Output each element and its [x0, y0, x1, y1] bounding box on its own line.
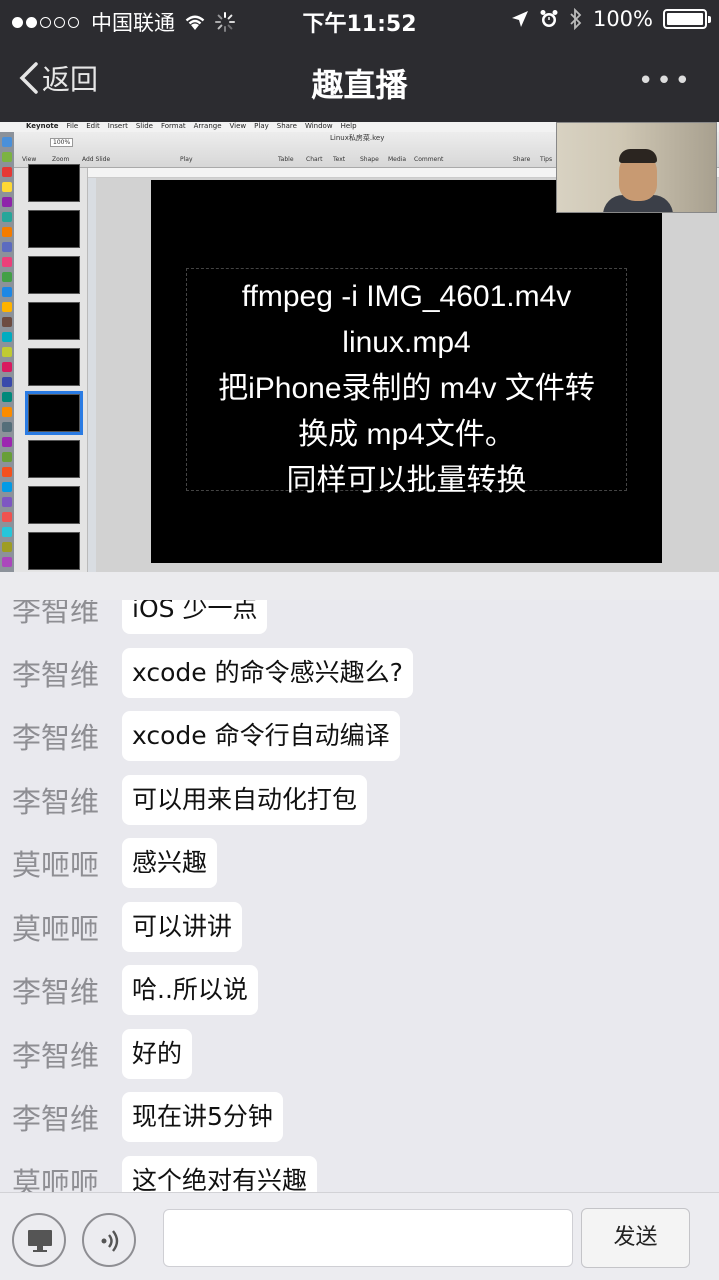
message-sender: 莫咂咂 — [12, 848, 100, 882]
mac-menu-item: Help — [340, 122, 357, 130]
status-bar: 中国联通 下午11:52 100% — [0, 0, 719, 40]
mac-menu-item: Window — [304, 122, 333, 130]
presenter-camera — [556, 122, 717, 213]
slide-thumbnail — [28, 532, 80, 570]
battery-percent: 100% — [592, 7, 653, 31]
toolbar-item: Shape — [360, 156, 379, 163]
status-right: 100% — [511, 7, 711, 31]
chat-message: 李智维 xcode 的命令感兴趣么? — [0, 647, 719, 698]
slide-thumbnail — [28, 164, 80, 202]
toolbar-item: Comment — [414, 156, 444, 163]
voice-icon — [101, 1230, 119, 1252]
slide-thumbnail — [28, 210, 80, 248]
input-bar: 发送 — [0, 1192, 719, 1280]
mac-menu-item: Format — [160, 122, 186, 130]
toolbar-item: Tips — [540, 156, 553, 163]
mac-menu-item: File — [66, 122, 79, 130]
mac-dock — [0, 132, 14, 572]
zoom-value: 100% — [50, 138, 74, 147]
mac-menu-item: Keynote — [26, 122, 59, 130]
slide-text-line: 同样可以批量转换 — [286, 464, 527, 497]
toolbar-item: Chart — [306, 156, 323, 163]
battery-icon — [663, 9, 711, 29]
message-bubble: xcode 的命令感兴趣么? — [122, 647, 413, 698]
toolbar-item: Table — [278, 156, 294, 163]
chat-message: 莫咂咂 这个绝对有兴趣 — [0, 1155, 719, 1193]
message-bubble: 这个绝对有兴趣 — [122, 1155, 318, 1192]
message-bubble: 可以讲讲 — [122, 901, 243, 952]
alarm-clock-icon — [540, 10, 558, 27]
mac-menu-item: Share — [276, 122, 297, 130]
toolbar-item: View — [22, 156, 37, 163]
message-bubble: 感兴趣 — [122, 838, 218, 888]
message-bubble: 可以用来自动化打包 — [122, 774, 368, 825]
slide-text-line: linux.mp4 — [342, 326, 471, 359]
nav-bar: 返回 趣直播 ••• — [0, 44, 719, 118]
message-bubble: xcode 命令行自动编译 — [122, 711, 400, 761]
slide-text-line: ffmpeg -i IMG_4601.m4v — [241, 280, 572, 313]
slide-thumbnail — [15, 391, 99, 437]
message-sender: 莫咂咂 — [12, 911, 100, 946]
message-sender: 李智维 — [12, 784, 100, 819]
toolbar-item: Share — [513, 156, 531, 163]
slide-text-line: 把iPhone录制的 m4v 文件转 — [218, 372, 595, 405]
mac-menu-item: Arrange — [193, 122, 222, 130]
battery-fill — [667, 13, 703, 25]
chat-list[interactable]: 李智维 iOS 少一点 李智维 xcode 的命令感兴趣么? 李智维 xcode 命令行自… — [0, 572, 719, 1192]
message-bubble: 哈..所以说 — [122, 965, 258, 1015]
slide-thumbnail — [28, 486, 80, 524]
slide-text-line: 换成 mp4文件。 — [298, 418, 515, 451]
toolbar-item: Text — [333, 156, 346, 163]
message-sender: 莫咂咂 — [12, 1165, 100, 1193]
mac-menu-item: Slide — [135, 122, 153, 130]
chat-divider — [0, 572, 719, 600]
screen-toggle-button[interactable] — [12, 1213, 66, 1267]
bluetooth-icon — [570, 8, 582, 30]
message-bubble: 好的 — [122, 1028, 193, 1079]
doc-title: Linux私房菜.key — [330, 134, 385, 142]
chat-message: 李智维 现在讲5分钟 — [0, 1092, 719, 1142]
mac-menu-item: Insert — [107, 122, 128, 130]
toolbar-item: Add Slide — [82, 156, 111, 163]
chat-message: 李智维 xcode 命令行自动编译 — [0, 711, 719, 761]
location-arrow-icon — [511, 11, 528, 27]
chat-message: 李智维 哈..所以说 — [0, 965, 719, 1015]
mac-menu-item: View — [229, 122, 247, 130]
voice-toggle-button[interactable] — [82, 1213, 136, 1267]
chat-message: 莫咂咂 感兴趣 — [0, 838, 719, 888]
slide-navigator — [14, 164, 99, 572]
message-input[interactable] — [163, 1209, 573, 1267]
mac-menu-item: Edit — [86, 122, 100, 130]
slide-thumbnail — [28, 256, 80, 294]
message-sender: 李智维 — [12, 975, 100, 1009]
slide-thumbnail — [28, 440, 80, 478]
toolbar-item: Media — [388, 156, 407, 163]
page-title: 趣直播 — [311, 66, 408, 104]
slide-thumbnail — [28, 348, 80, 386]
slide-text: ffmpeg -i IMG_4601.m4v linux.mp4 把iPhone录制… — [160, 274, 653, 504]
message-sender: 李智维 — [12, 1038, 100, 1073]
toolbar-item: Zoom — [52, 156, 70, 163]
toolbar-item: Play — [180, 156, 193, 163]
message-sender: 李智维 — [12, 721, 100, 755]
mac-menu-item: Play — [254, 122, 269, 130]
slide-thumbnail — [28, 302, 80, 340]
chat-message: 李智维 可以用来自动化打包 — [0, 774, 719, 825]
more-options-button[interactable]: ••• — [638, 66, 693, 96]
send-button[interactable]: 发送 — [581, 1208, 690, 1268]
top-bar: 中国联通 下午11:52 100% 返回 趣直播 ••• — [0, 0, 719, 122]
chat-message: 莫咂咂 可以讲讲 — [0, 901, 719, 952]
monitor-icon — [28, 1230, 52, 1252]
message-sender: 李智维 — [12, 1102, 100, 1136]
message-bubble: 现在讲5分钟 — [122, 1092, 283, 1142]
chat-message: 李智维 好的 — [0, 1028, 719, 1079]
message-sender: 李智维 — [12, 657, 100, 692]
